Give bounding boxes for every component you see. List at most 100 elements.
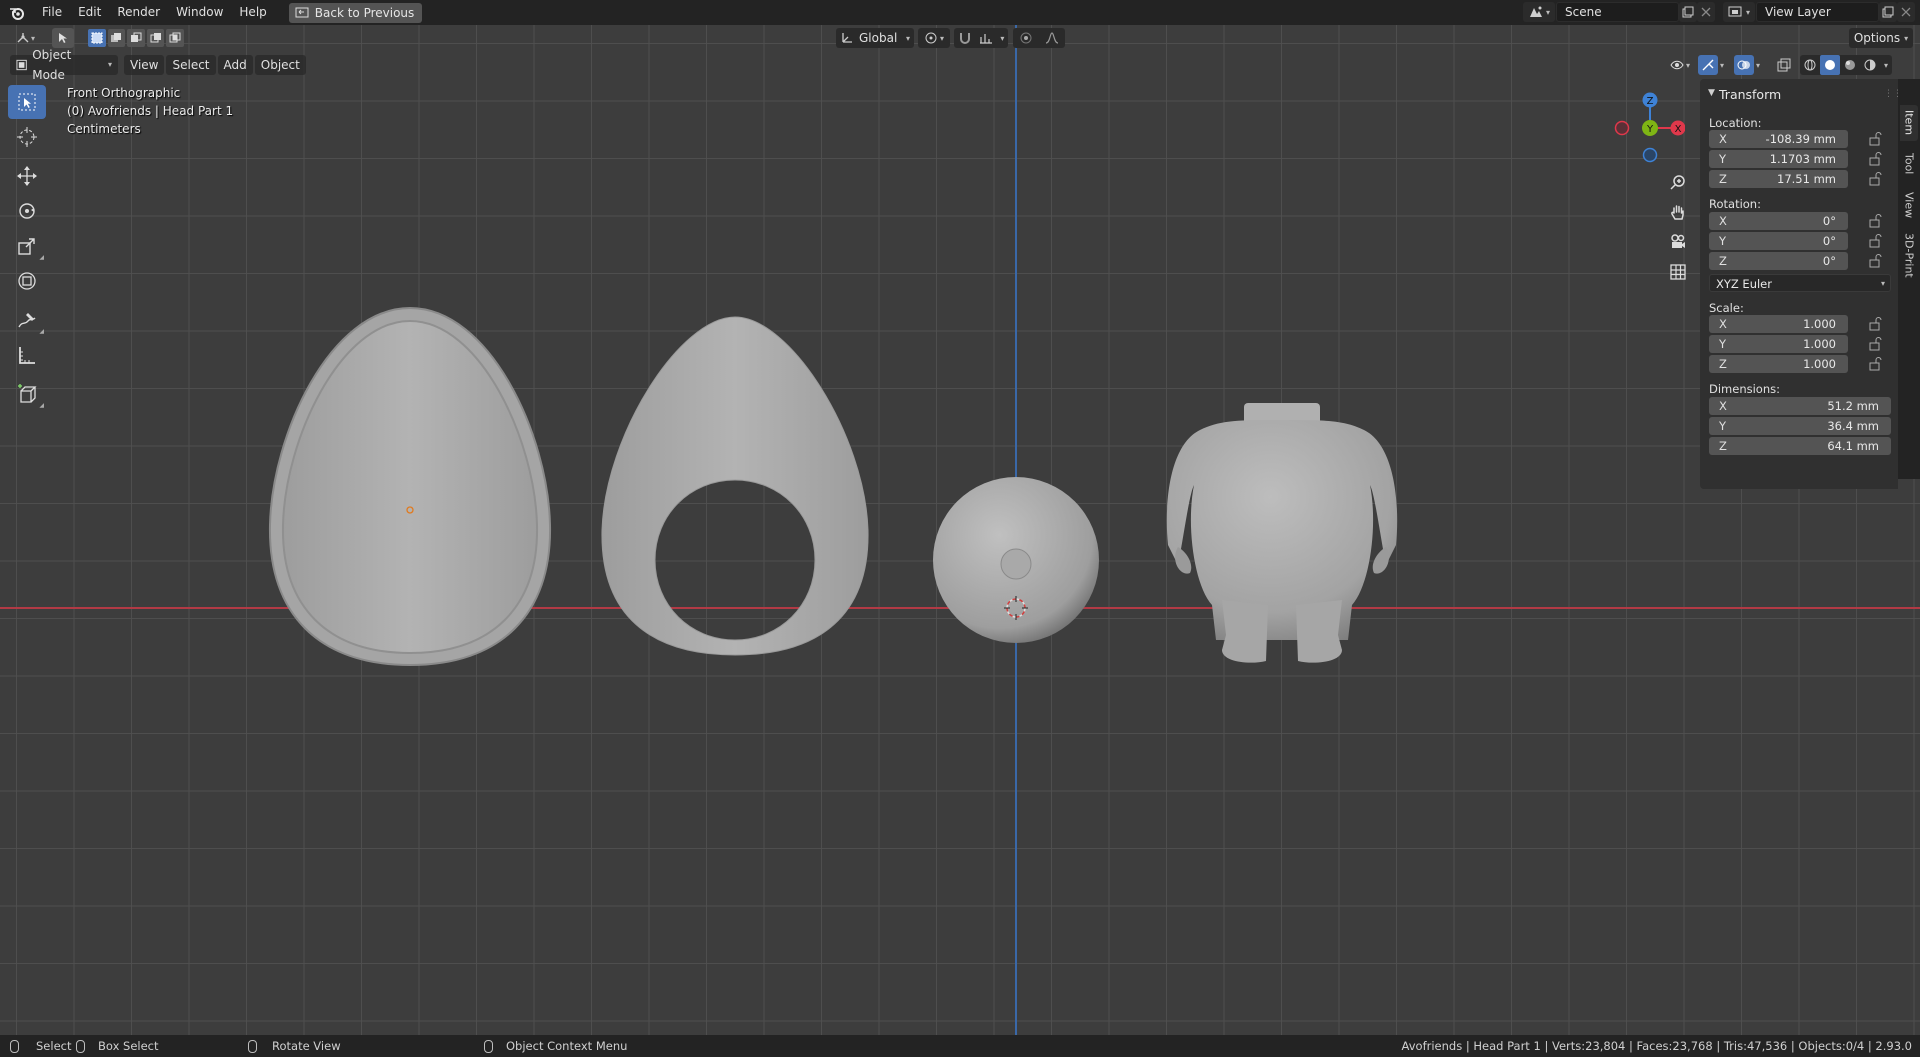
back-to-previous-button[interactable]: Back to Previous <box>288 2 423 23</box>
status-bar: Select Box Select Rotate View Object Con… <box>0 1035 1920 1057</box>
body-figure-object[interactable] <box>1166 403 1398 663</box>
blender-logo-icon[interactable] <box>0 0 34 25</box>
rotation-mode-label: XYZ Euler <box>1716 277 1772 291</box>
status-box-select-label: Box Select <box>98 1039 159 1053</box>
zoom-icon <box>1670 175 1685 190</box>
back-to-previous-label: Back to Previous <box>314 5 415 20</box>
dimensions-label: Dimensions: <box>1709 382 1780 396</box>
status-select-hint: Select <box>10 1035 71 1057</box>
ortho-toggle-button[interactable] <box>1665 259 1691 285</box>
menu-window[interactable]: Window <box>168 0 231 25</box>
delete-scene-icon[interactable] <box>1697 2 1715 22</box>
3d-viewport[interactable]: ▾ Global ▾ ▾ ▾ Options ▾ Object Mode ▾ V… <box>0 25 1920 1035</box>
view-layer-name-field[interactable]: View Layer <box>1756 2 1879 22</box>
scene-name-field[interactable]: Scene <box>1556 2 1679 22</box>
tab-view[interactable]: View <box>1900 187 1918 223</box>
rotation-mode-dropdown[interactable]: XYZ Euler ▾ <box>1709 274 1891 292</box>
collapse-arrow-icon[interactable]: ▼ <box>1708 88 1715 98</box>
lock-scale-y-icon[interactable] <box>1868 337 1882 351</box>
screen-back-icon <box>295 7 309 17</box>
top-menubar: File Edit Render Window Help Back to Pre… <box>0 0 1920 25</box>
scene-icon <box>1529 6 1542 17</box>
lock-scale-z-icon[interactable] <box>1868 357 1882 371</box>
location-y-field[interactable]: Y 1.1703 mm <box>1709 150 1848 168</box>
status-box-select-hint: Box Select <box>76 1035 159 1057</box>
tab-item[interactable]: Item <box>1900 105 1918 141</box>
rotation-z-field[interactable]: Z 0° <box>1709 252 1848 270</box>
field-value: 36.4 mm <box>1827 419 1879 433</box>
location-x-field[interactable]: X -108.39 mm <box>1709 130 1848 148</box>
scene-objects <box>268 306 1398 667</box>
lock-rotation-x-icon[interactable] <box>1868 214 1882 228</box>
scale-label: Scale: <box>1709 301 1744 315</box>
egg-plate-object[interactable] <box>268 306 552 667</box>
tab-3d-print[interactable]: 3D-Print <box>1900 229 1918 281</box>
lock-rotation-y-icon[interactable] <box>1868 234 1882 248</box>
field-value: 0° <box>1822 254 1836 268</box>
lock-rotation-z-icon[interactable] <box>1868 254 1882 268</box>
zoom-view-button[interactable] <box>1665 169 1691 195</box>
field-value: -108.39 mm <box>1765 132 1836 146</box>
axis-label: Z <box>1719 439 1727 453</box>
dimensions-y-field[interactable]: Y 36.4 mm <box>1709 417 1891 435</box>
dimensions-z-field[interactable]: Z 64.1 mm <box>1709 437 1891 455</box>
gizmo-x-negative[interactable] <box>1614 120 1630 136</box>
status-context-menu-label: Object Context Menu <box>506 1039 628 1053</box>
axis-label: X <box>1719 132 1727 146</box>
hand-icon <box>1671 205 1684 220</box>
gizmo-x-label: X <box>1675 124 1682 135</box>
camera-view-button[interactable] <box>1665 229 1691 255</box>
menu-file[interactable]: File <box>34 0 70 25</box>
rotation-label: Rotation: <box>1709 197 1761 211</box>
menu-edit[interactable]: Edit <box>70 0 109 25</box>
mouse-left-icon <box>10 1039 19 1053</box>
status-context-menu-hint: Object Context Menu <box>484 1035 627 1057</box>
scale-z-field[interactable]: Z 1.000 <box>1709 355 1848 373</box>
axis-label: X <box>1719 399 1727 413</box>
menu-render[interactable]: Render <box>109 0 168 25</box>
mouse-drag-icon <box>76 1039 85 1053</box>
tab-tool[interactable]: Tool <box>1900 147 1918 181</box>
new-scene-icon[interactable] <box>1679 2 1697 22</box>
scale-x-field[interactable]: X 1.000 <box>1709 315 1848 333</box>
axis-label: Z <box>1719 172 1727 186</box>
scale-y-field[interactable]: Y 1.000 <box>1709 335 1848 353</box>
new-view-layer-icon[interactable] <box>1879 2 1897 22</box>
location-z-field[interactable]: Z 17.51 mm <box>1709 170 1848 188</box>
field-value: 1.000 <box>1803 317 1836 331</box>
chevron-down-icon: ▾ <box>1880 279 1885 288</box>
axis-label: Y <box>1719 337 1727 351</box>
scene-browse-button[interactable]: ▾ <box>1523 2 1555 22</box>
pan-view-button[interactable] <box>1665 199 1691 225</box>
sidebar-tabs: Item Tool View 3D-Print <box>1898 79 1920 479</box>
dimensions-x-field[interactable]: X 51.2 mm <box>1709 397 1891 415</box>
field-value: 1.000 <box>1803 357 1836 371</box>
navigation-gizmo[interactable]: Z X Y <box>1605 85 1686 165</box>
axis-label: Y <box>1719 234 1727 248</box>
axis-label: X <box>1719 317 1727 331</box>
mouse-right-icon <box>484 1039 493 1053</box>
gizmo-z-negative[interactable] <box>1642 147 1658 163</box>
field-value: 0° <box>1822 234 1836 248</box>
delete-view-layer-icon[interactable] <box>1897 2 1915 22</box>
field-value: 17.51 mm <box>1777 172 1836 186</box>
scene-statistics: Avofriends | Head Part 1 | Verts:23,804 … <box>1401 1039 1912 1053</box>
status-select-label: Select <box>36 1039 72 1053</box>
sidebar-item-panel: ▼ Transform ⋮⋮ Location: X -108.39 mm Y 1.… <box>1700 79 1902 489</box>
axis-label: Y <box>1719 152 1727 166</box>
lock-location-z-icon[interactable] <box>1868 172 1882 186</box>
rotation-y-field[interactable]: Y 0° <box>1709 232 1848 250</box>
egg-ring-object[interactable] <box>601 316 869 656</box>
transform-panel-title[interactable]: Transform <box>1719 87 1781 102</box>
view-layer-browse-button[interactable]: ▾ <box>1723 2 1755 22</box>
lock-scale-x-icon[interactable] <box>1868 317 1882 331</box>
lock-location-y-icon[interactable] <box>1868 152 1882 166</box>
menu-help[interactable]: Help <box>231 0 274 25</box>
lock-location-x-icon[interactable] <box>1868 132 1882 146</box>
field-value: 51.2 mm <box>1827 399 1879 413</box>
rotation-x-field[interactable]: X 0° <box>1709 212 1848 230</box>
status-rotate-view-label: Rotate View <box>272 1039 341 1053</box>
view-layer-icon <box>1728 6 1742 17</box>
field-value: 0° <box>1822 214 1836 228</box>
axis-label: Z <box>1719 254 1727 268</box>
